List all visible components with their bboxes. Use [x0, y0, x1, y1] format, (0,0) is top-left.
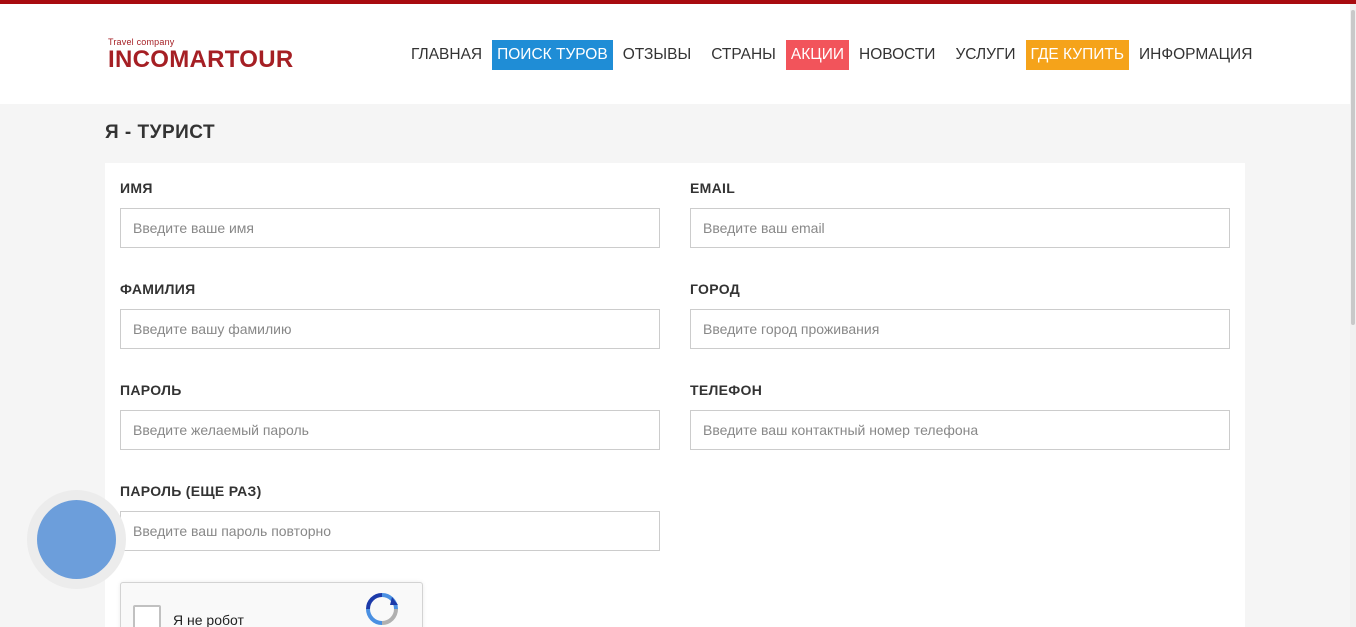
password-repeat-input[interactable] [120, 511, 660, 551]
recaptcha-label: Я не робот [173, 612, 244, 627]
nav-item-services[interactable]: УСЛУГИ [950, 40, 1020, 70]
name-input[interactable] [120, 208, 660, 248]
nav-item-countries[interactable]: СТРАНЫ [706, 40, 781, 70]
chat-widget [27, 490, 126, 589]
nav-item-reviews[interactable]: ОТЗЫВЫ [618, 40, 697, 70]
recaptcha-widget: Я не робот [120, 582, 423, 627]
name-label: ИМЯ [120, 180, 153, 196]
city-label: ГОРОД [690, 281, 740, 297]
email-label: EMAIL [690, 180, 736, 196]
nav-item-where-to-buy[interactable]: ГДЕ КУПИТЬ [1025, 40, 1129, 70]
scrollbar-track[interactable] [1350, 4, 1356, 627]
password-repeat-label: ПАРОЛЬ (ЕЩЕ РАЗ) [120, 483, 262, 499]
surname-label: ФАМИЛИЯ [120, 281, 196, 297]
nav-item-tour-search[interactable]: ПОИСК ТУРОВ [492, 40, 613, 70]
recaptcha-checkbox[interactable] [133, 605, 161, 627]
logo-name: INCOMARTOUR [108, 46, 294, 73]
city-input[interactable] [690, 309, 1230, 349]
email-input[interactable] [690, 208, 1230, 248]
site-header: Travel company INCOMARTOUR ГЛАВНАЯ ПОИСК… [0, 4, 1356, 104]
nav-item-promotions[interactable]: АКЦИИ [785, 40, 850, 70]
phone-label: ТЕЛЕФОН [690, 382, 763, 398]
logo[interactable]: Travel company INCOMARTOUR [108, 37, 294, 73]
scrollbar-thumb[interactable] [1351, 10, 1355, 325]
chat-widget-icon[interactable] [37, 500, 116, 579]
recaptcha-icon [364, 591, 400, 627]
phone-input[interactable] [690, 410, 1230, 450]
main-nav: ГЛАВНАЯ ПОИСК ТУРОВ ОТЗЫВЫ СТРАНЫ АКЦИИ … [406, 40, 1262, 70]
registration-form: ИМЯ EMAIL ФАМИЛИЯ ГОРОД ПАРОЛЬ ТЕЛЕФОН П… [105, 163, 1245, 627]
page-title: Я - ТУРИСТ [105, 122, 216, 143]
password-input[interactable] [120, 410, 660, 450]
surname-input[interactable] [120, 309, 660, 349]
password-label: ПАРОЛЬ [120, 382, 182, 398]
nav-item-information[interactable]: ИНФОРМАЦИЯ [1134, 40, 1257, 70]
nav-item-news[interactable]: НОВОСТИ [854, 40, 940, 70]
nav-item-home[interactable]: ГЛАВНАЯ [406, 40, 487, 70]
